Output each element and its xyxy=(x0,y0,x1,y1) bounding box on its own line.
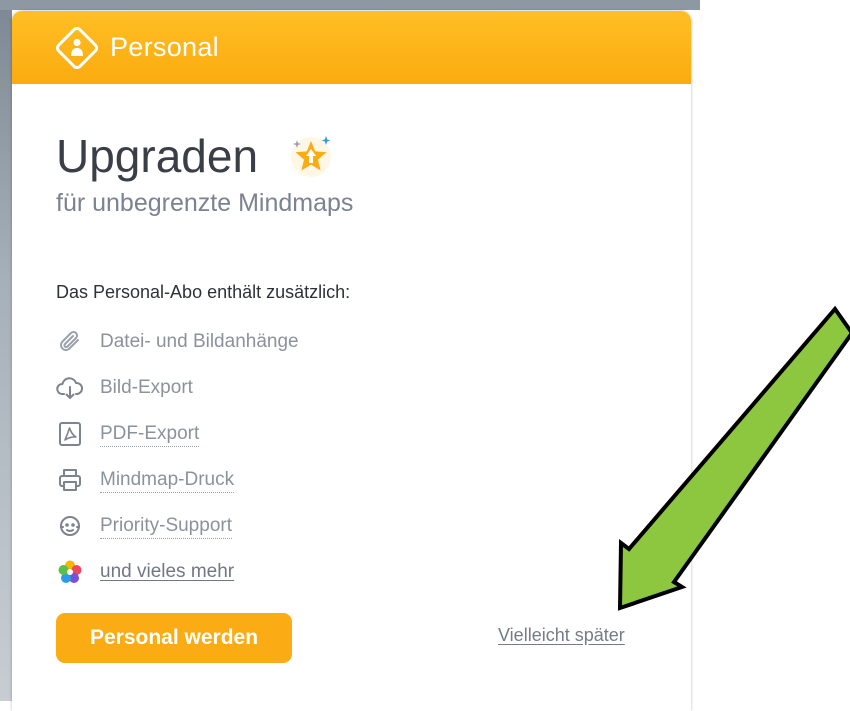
list-item[interactable]: PDF-Export xyxy=(56,411,691,457)
support-headset-icon xyxy=(56,512,84,540)
more-features-link[interactable]: und vieles mehr xyxy=(100,560,234,584)
pdf-icon xyxy=(56,420,84,448)
upgrade-heading: Upgraden xyxy=(56,130,259,182)
colorful-flower-icon xyxy=(56,558,84,586)
feature-list: Datei- und Bildanhänge Bild-Export PDF-E… xyxy=(56,319,691,595)
dialog-header: Personal xyxy=(12,11,691,84)
dialog-body: Upgraden für unbegrenzte Mindmaps Das Pe… xyxy=(12,130,691,673)
feature-link[interactable]: Mindmap-Druck xyxy=(100,468,235,493)
paperclip-icon xyxy=(56,328,84,356)
list-item: Bild-Export xyxy=(56,365,691,411)
printer-icon xyxy=(56,466,84,494)
dialog-title: Personal xyxy=(110,32,219,62)
list-item[interactable]: und vieles mehr xyxy=(56,549,691,595)
feature-link[interactable]: Priority-Support xyxy=(100,514,232,539)
title-row: Upgraden xyxy=(56,130,691,182)
list-item[interactable]: Mindmap-Druck xyxy=(56,457,691,503)
person-diamond-icon xyxy=(54,25,100,71)
action-row: Personal werden Vielleicht später xyxy=(56,613,691,673)
feature-label: Bild-Export xyxy=(100,377,193,398)
features-heading: Das Personal-Abo enthält zusätzlich: xyxy=(56,282,351,302)
list-item: Datei- und Bildanhänge xyxy=(56,319,691,365)
cloud-download-icon xyxy=(56,374,84,402)
feature-label: Datei- und Bildanhänge xyxy=(100,331,299,352)
upgrade-dialog: Personal Upgraden für unbegrenzte Mindma… xyxy=(12,11,691,711)
list-item[interactable]: Priority-Support xyxy=(56,503,691,549)
feature-link[interactable]: PDF-Export xyxy=(100,422,200,447)
star-upgrade-icon xyxy=(288,133,334,179)
become-personal-button[interactable]: Personal werden xyxy=(56,613,292,663)
background-app-top xyxy=(0,0,700,10)
maybe-later-link[interactable]: Vielleicht später xyxy=(498,625,625,646)
background-app-edge xyxy=(0,0,12,701)
upgrade-subtitle: für unbegrenzte Mindmaps xyxy=(56,189,354,217)
